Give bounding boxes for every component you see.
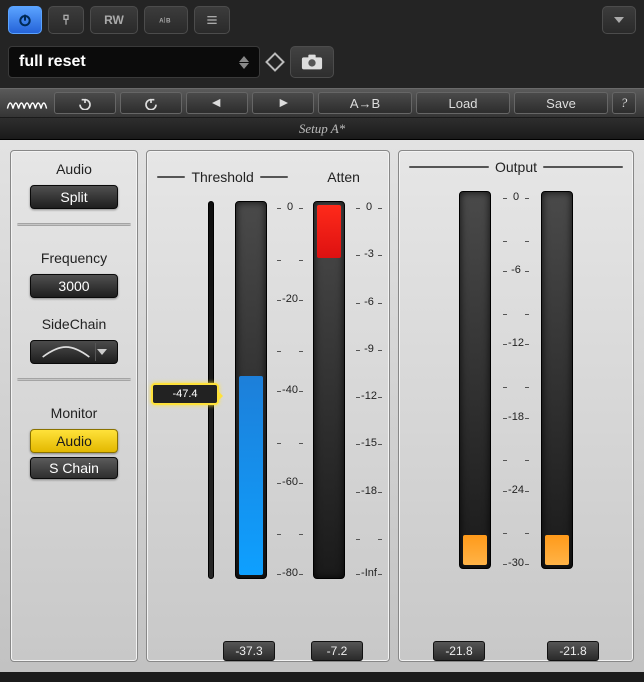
settings-dropdown[interactable] [602, 6, 636, 34]
setup-label[interactable]: Setup A* [0, 118, 644, 140]
output-right-readout[interactable]: -21.8 [547, 641, 599, 661]
output-meter-right [541, 191, 573, 569]
monitor-audio-button[interactable]: Audio [30, 429, 118, 453]
output-left-readout[interactable]: -21.8 [433, 641, 485, 661]
menu-button[interactable] [194, 6, 230, 34]
threshold-label: Threshold [147, 169, 298, 185]
audio-mode-button[interactable]: Split [30, 185, 118, 209]
monitor-schain-button[interactable]: S Chain [30, 457, 118, 479]
waves-logo [4, 92, 50, 114]
threshold-slider[interactable]: -47.4 [199, 201, 221, 579]
atten-scale: 0 -3 -6 -9 -12 -15 -18 -Inf [361, 201, 377, 579]
audio-label: Audio [11, 161, 137, 177]
preset-stepper[interactable] [239, 56, 249, 69]
redo-button[interactable] [120, 92, 182, 114]
atten-readout[interactable]: -7.2 [311, 641, 363, 661]
svg-text:B: B [166, 17, 171, 24]
sidechain-label: SideChain [11, 316, 137, 332]
output-label: Output [399, 159, 633, 175]
snapshot-button[interactable] [290, 46, 334, 78]
output-scale: 0 -6 -12 -18 -24 -30 [508, 191, 524, 569]
preset-diamond-icon[interactable] [265, 52, 285, 72]
ab-compare-button[interactable]: AB [144, 6, 188, 34]
power-button[interactable] [8, 6, 42, 34]
sidechain-shape-selector[interactable] [30, 340, 118, 364]
undo-button[interactable] [54, 92, 116, 114]
bypass-button[interactable] [48, 6, 84, 34]
save-button[interactable]: Save [514, 92, 608, 114]
rw-button[interactable]: RW [90, 6, 138, 34]
threshold-handle[interactable]: -47.4 [151, 383, 219, 405]
threshold-scale: 0 -20 -40 -60 -80 [282, 201, 298, 579]
preset-selector[interactable]: full reset [8, 46, 260, 78]
next-button[interactable] [252, 92, 314, 114]
load-button[interactable]: Load [416, 92, 510, 114]
preset-name: full reset [19, 53, 86, 71]
frequency-label: Frequency [11, 250, 137, 266]
frequency-value[interactable]: 3000 [30, 274, 118, 298]
help-button[interactable]: ? [612, 92, 636, 114]
monitor-label: Monitor [11, 405, 137, 421]
atten-meter [313, 201, 345, 579]
ab-copy-button[interactable]: A→B [318, 92, 412, 114]
svg-text:A: A [159, 17, 164, 24]
threshold-meter [235, 201, 267, 579]
prev-button[interactable] [186, 92, 248, 114]
output-meter-left [459, 191, 491, 569]
atten-label: Atten [298, 169, 389, 185]
threshold-readout[interactable]: -37.3 [223, 641, 275, 661]
